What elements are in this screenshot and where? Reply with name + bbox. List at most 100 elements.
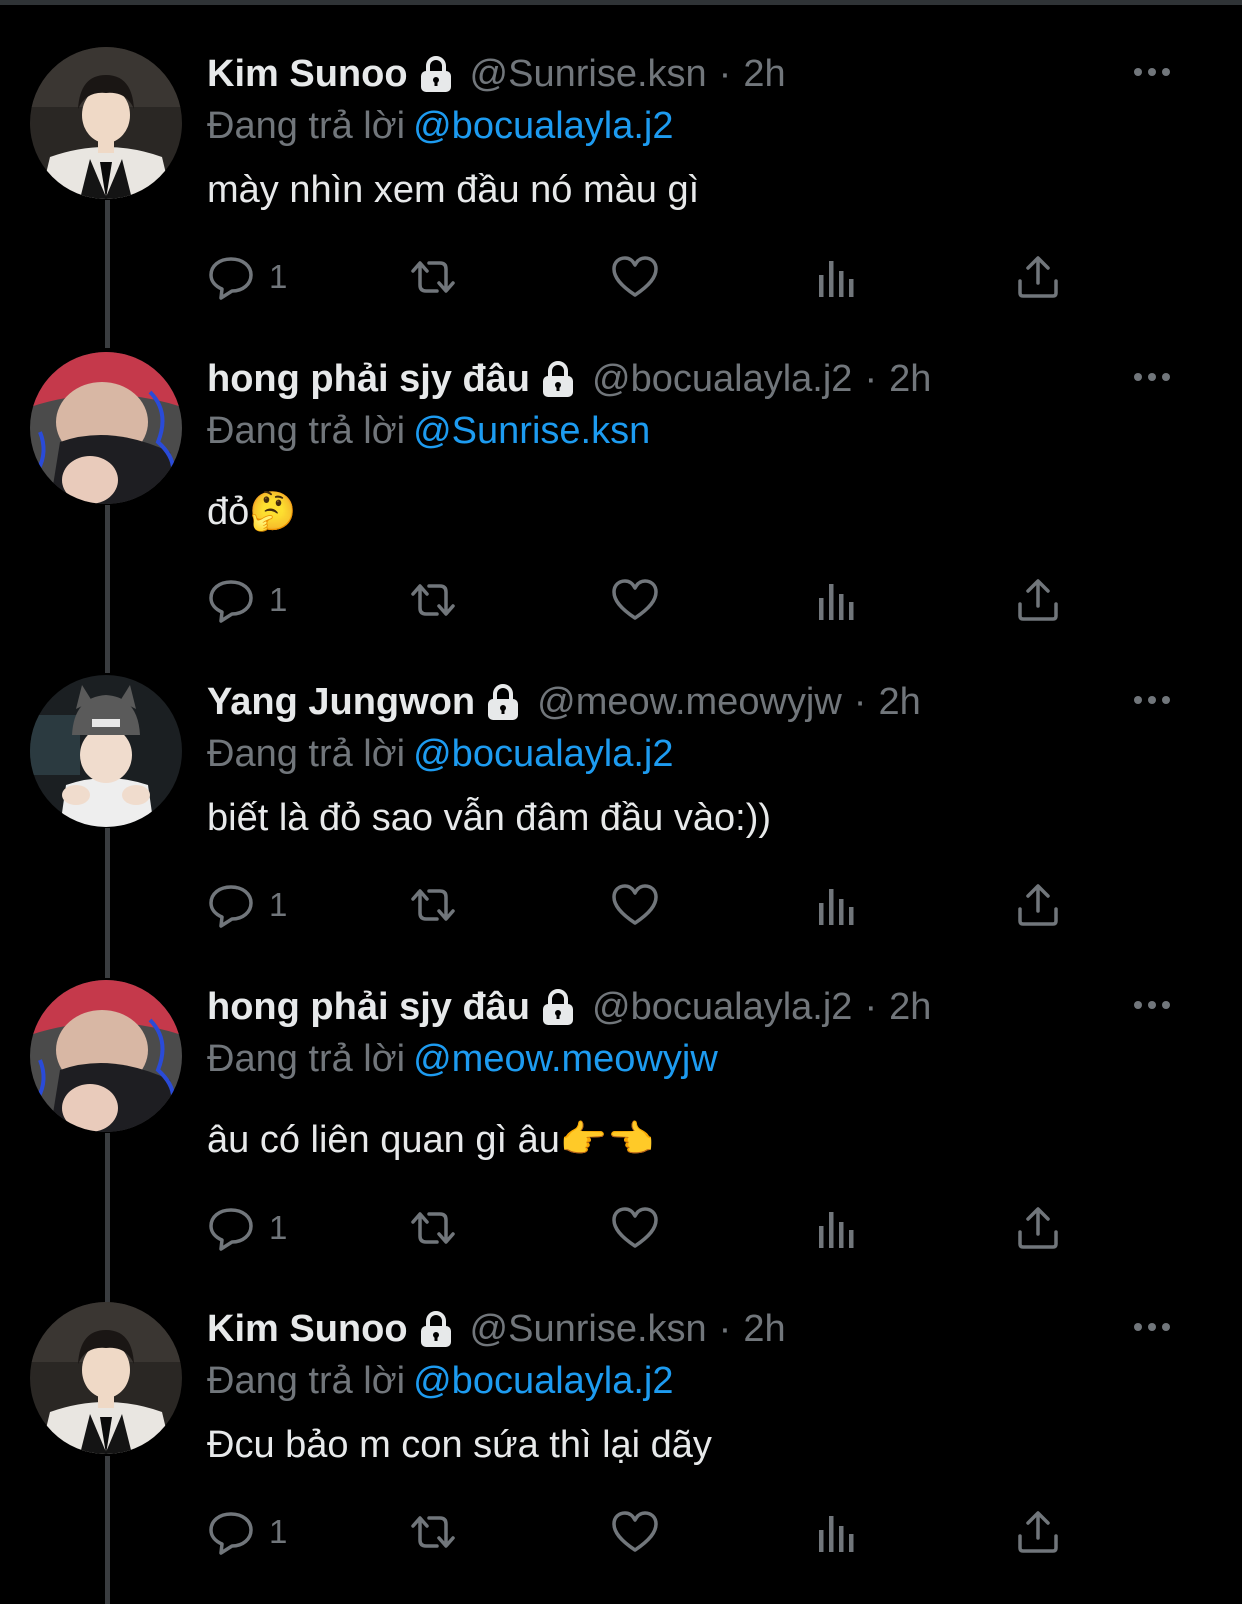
like-button[interactable]	[610, 252, 660, 302]
lock-icon	[416, 1309, 456, 1349]
author-handle[interactable]: @bocualayla.j2	[592, 358, 852, 401]
reply-count: 1	[269, 581, 288, 618]
views-icon	[819, 1516, 854, 1552]
author-name[interactable]: hong phải sjy đâu	[207, 358, 530, 401]
share-button[interactable]	[1015, 880, 1061, 930]
retweet-icon	[411, 584, 455, 616]
reply-count: 1	[269, 886, 288, 923]
timestamp[interactable]: 2h	[743, 53, 785, 96]
author-handle[interactable]: @bocualayla.j2	[592, 986, 852, 1029]
author-name[interactable]: Yang Jungwon	[207, 681, 475, 724]
tweet-actions: 1	[207, 575, 1077, 625]
author-handle[interactable]: @meow.meowyjw	[537, 681, 842, 724]
views-button[interactable]	[815, 575, 859, 625]
separator-dot: ·	[864, 357, 878, 400]
reply-mention[interactable]: @bocualayla.j2	[413, 733, 673, 775]
author-name[interactable]: Kim Sunoo	[207, 1308, 408, 1351]
reply-context: Đang trả lời @meow.meowyjw	[207, 1034, 1182, 1084]
more-icon[interactable]	[1132, 998, 1172, 1012]
tweet-text: đỏ🤔	[207, 491, 297, 533]
reply-count: 1	[269, 1513, 288, 1550]
avatar[interactable]	[30, 1302, 182, 1454]
lock-icon	[538, 359, 578, 399]
avatar[interactable]	[30, 47, 182, 199]
tweet-text: âu có liên quan gì âu👉👈	[207, 1119, 655, 1161]
reply-icon	[209, 885, 253, 928]
thread-line	[105, 200, 110, 348]
share-icon	[1018, 579, 1058, 621]
separator-dot: ·	[718, 52, 732, 95]
reply-button[interactable]: 1	[207, 575, 287, 625]
tweet-text: Đcu bảo m con sứa thì lại dãy	[207, 1424, 712, 1466]
thread-line	[105, 1133, 110, 1303]
reply-button[interactable]: 1	[207, 252, 287, 302]
retweet-button[interactable]	[405, 575, 461, 625]
tweet-actions: 1	[207, 252, 1077, 302]
views-button[interactable]	[815, 1203, 859, 1253]
author-handle[interactable]: @Sunrise.ksn	[470, 53, 707, 96]
author-handle[interactable]: @Sunrise.ksn	[470, 1308, 707, 1351]
like-icon	[612, 1511, 658, 1552]
retweet-icon	[411, 1516, 455, 1548]
separator-dot: ·	[853, 680, 867, 723]
tweet-text: mày nhìn xem đầu nó màu gì	[207, 169, 700, 211]
reply-icon	[209, 580, 253, 623]
reply-button[interactable]: 1	[207, 880, 287, 930]
views-button[interactable]	[815, 252, 859, 302]
retweet-button[interactable]	[405, 1507, 461, 1557]
reply-prefix: Đang trả lời	[207, 410, 406, 452]
share-button[interactable]	[1015, 1203, 1061, 1253]
reply-button[interactable]: 1	[207, 1203, 287, 1253]
author-name[interactable]: Kim Sunoo	[207, 53, 408, 96]
retweet-button[interactable]	[405, 1203, 461, 1253]
views-button[interactable]	[815, 880, 859, 930]
views-icon	[819, 1212, 854, 1248]
reply-context: Đang trả lời @bocualayla.j2	[207, 1356, 1182, 1406]
reply-icon	[209, 1208, 253, 1251]
like-icon	[612, 256, 658, 297]
like-button[interactable]	[610, 880, 660, 930]
separator-dot: ·	[864, 985, 878, 1028]
like-button[interactable]	[610, 1507, 660, 1557]
timestamp[interactable]: 2h	[743, 1308, 785, 1351]
avatar[interactable]	[30, 352, 182, 504]
share-icon	[1018, 884, 1058, 926]
reply-prefix: Đang trả lời	[207, 1360, 406, 1402]
views-button[interactable]	[815, 1507, 859, 1557]
share-button[interactable]	[1015, 575, 1061, 625]
reply-icon	[209, 257, 253, 300]
more-icon[interactable]	[1132, 65, 1172, 79]
reply-mention[interactable]: @meow.meowyjw	[413, 1038, 718, 1080]
more-icon[interactable]	[1132, 1320, 1172, 1334]
views-icon	[819, 889, 854, 925]
timestamp[interactable]: 2h	[889, 986, 931, 1029]
more-icon[interactable]	[1132, 693, 1172, 707]
reply-prefix: Đang trả lời	[207, 105, 406, 147]
more-icon[interactable]	[1132, 370, 1172, 384]
thread-line	[105, 505, 110, 673]
avatar[interactable]	[30, 980, 182, 1132]
reply-context: Đang trả lời @bocualayla.j2	[207, 729, 1182, 779]
tweet-actions: 1	[207, 880, 1077, 930]
like-button[interactable]	[610, 1203, 660, 1253]
reply-count: 1	[269, 258, 288, 295]
reply-prefix: Đang trả lời	[207, 733, 406, 775]
retweet-button[interactable]	[405, 252, 461, 302]
reply-button[interactable]: 1	[207, 1507, 287, 1557]
reply-context: Đang trả lời @Sunrise.ksn	[207, 406, 1182, 456]
tweet-actions: 1	[207, 1507, 1077, 1557]
timestamp[interactable]: 2h	[878, 681, 920, 724]
retweet-icon	[411, 889, 455, 921]
timestamp[interactable]: 2h	[889, 358, 931, 401]
reply-mention[interactable]: @bocualayla.j2	[413, 105, 673, 147]
reply-mention[interactable]: @bocualayla.j2	[413, 1360, 673, 1402]
retweet-button[interactable]	[405, 880, 461, 930]
retweet-icon	[411, 1212, 455, 1244]
avatar[interactable]	[30, 675, 182, 827]
lock-icon	[416, 54, 456, 94]
author-name[interactable]: hong phải sjy đâu	[207, 986, 530, 1029]
share-button[interactable]	[1015, 1507, 1061, 1557]
reply-mention[interactable]: @Sunrise.ksn	[413, 410, 650, 452]
like-button[interactable]	[610, 575, 660, 625]
share-button[interactable]	[1015, 252, 1061, 302]
